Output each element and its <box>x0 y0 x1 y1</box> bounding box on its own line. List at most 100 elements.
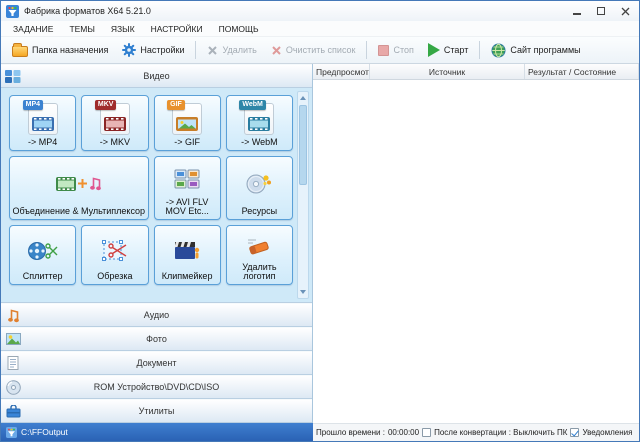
sidebar-section-video[interactable]: Видео <box>1 64 312 88</box>
sidebar: Видео MP4 -> MP4 MKV <box>1 64 313 423</box>
notifications-checkbox[interactable] <box>570 428 579 437</box>
settings-label: Настройки <box>140 45 184 55</box>
destination-folder-button[interactable]: Папка назначения <box>6 40 114 60</box>
photo-icon <box>1 333 25 345</box>
column-source[interactable]: Источник <box>370 64 525 79</box>
button-label: Объединение & Мультиплексор <box>11 207 147 217</box>
notifications-label: Уведомления <box>582 428 632 437</box>
shutdown-after-conversion-label: После конвертации : Выключить ПК <box>434 428 567 437</box>
section-label: Утилиты <box>25 406 288 416</box>
button-label: -> MKV <box>83 138 146 148</box>
toolbar-separator <box>195 41 196 59</box>
clear-x-icon <box>271 45 282 56</box>
plus-icon <box>78 179 87 188</box>
scroll-up-icon[interactable] <box>298 92 308 104</box>
button-label: Ресурсы <box>228 207 291 217</box>
scroll-down-icon[interactable] <box>298 286 308 298</box>
close-icon[interactable] <box>613 1 637 21</box>
status-bar: C:\FFOutput Прошло времени : 00:00:00 По… <box>1 423 639 441</box>
section-label: Видео <box>25 71 288 81</box>
maximize-icon[interactable] <box>589 1 613 21</box>
merge-mux-button[interactable]: Объединение & Мультиплексор <box>9 156 149 220</box>
main-area: Видео MP4 -> MP4 MKV <box>1 64 639 423</box>
remove-logo-button[interactable]: Удалить логотип <box>226 225 293 285</box>
clapperboard-icon <box>174 229 200 272</box>
sidebar-section-document[interactable]: Документ <box>1 351 312 375</box>
grid-scrollbar[interactable] <box>297 91 309 299</box>
window-title: Фабрика форматов X64 5.21.0 <box>24 6 151 16</box>
clear-list-label: Очистить список <box>286 45 356 55</box>
button-label: Обрезка <box>83 272 146 282</box>
convert-to-gif-button[interactable]: GIF -> GIF <box>154 95 221 151</box>
menu-settings[interactable]: НАСТРОЙКИ <box>143 23 211 35</box>
sidebar-section-rom-device[interactable]: ROM Устройство\DVD\CD\ISO <box>1 375 312 399</box>
shutdown-after-conversion-checkbox[interactable] <box>422 428 431 437</box>
stop-icon <box>378 45 389 56</box>
button-label: Клипмейкер <box>156 272 219 282</box>
folder-icon <box>12 46 28 57</box>
settings-button[interactable]: Настройки <box>116 40 190 60</box>
music-note-icon <box>89 176 101 191</box>
output-path: C:\FFOutput <box>21 427 68 437</box>
section-label: Аудио <box>25 310 288 320</box>
clear-list-button[interactable]: Очистить список <box>265 42 362 59</box>
formats-grid-icon <box>174 160 200 198</box>
convert-to-avi-flv-mov-button[interactable]: -> AVI FLV MOV Etc... <box>154 156 221 220</box>
sidebar-section-photo[interactable]: Фото <box>1 327 312 351</box>
toolbar-separator <box>479 41 480 59</box>
delete-x-icon <box>207 45 218 56</box>
titlebar: Фабрика форматов X64 5.21.0 <box>1 1 639 21</box>
sidebar-section-audio[interactable]: Аудио <box>1 303 312 327</box>
column-preview[interactable]: Предпросмотр <box>313 64 370 79</box>
disc-flowers-icon <box>246 160 272 207</box>
start-button[interactable]: Старт <box>422 40 474 60</box>
section-label: Фото <box>25 334 288 344</box>
play-icon <box>428 43 440 57</box>
status-right: Прошло времени : 00:00:00 После конверта… <box>313 423 639 441</box>
convert-to-webm-button[interactable]: WebM -> WebM <box>226 95 293 151</box>
output-folder-status[interactable]: C:\FFOutput <box>1 423 313 441</box>
convert-to-mkv-button[interactable]: MKV -> MKV <box>81 95 148 151</box>
button-label: Удалить логотип <box>228 263 291 282</box>
menu-language[interactable]: ЯЗЫК <box>103 23 143 35</box>
section-label: ROM Устройство\DVD\CD\ISO <box>25 382 288 392</box>
resources-button[interactable]: Ресурсы <box>226 156 293 220</box>
crop-button[interactable]: Обрезка <box>81 225 148 285</box>
destination-folder-label: Папка назначения <box>32 45 108 55</box>
button-label: -> WebM <box>228 138 291 148</box>
menu-task[interactable]: ЗАДАНИЕ <box>5 23 61 35</box>
elapsed-time-value: 00:00:00 <box>388 428 419 437</box>
convert-to-mp4-button[interactable]: MP4 -> MP4 <box>9 95 76 151</box>
sidebar-section-utilities[interactable]: Утилиты <box>1 399 312 423</box>
button-label: -> AVI FLV MOV Etc... <box>156 198 219 217</box>
clipmaker-button[interactable]: Клипмейкер <box>154 225 221 285</box>
video-category-icon <box>1 70 25 83</box>
task-table-body[interactable] <box>313 80 639 423</box>
toolbox-icon <box>1 405 25 418</box>
website-button[interactable]: Сайт программы <box>485 40 586 61</box>
column-result[interactable]: Результат / Состояние <box>525 64 639 79</box>
app-icon <box>6 427 17 438</box>
task-table-header: Предпросмотр Источник Результат / Состоя… <box>313 64 639 80</box>
eraser-icon <box>245 229 273 263</box>
section-label: Документ <box>25 358 288 368</box>
scrollbar-thumb[interactable] <box>299 105 307 185</box>
delete-button[interactable]: Удалить <box>201 42 262 59</box>
menu-help[interactable]: ПОМОЩЬ <box>211 23 267 35</box>
webm-file-icon: WebM <box>244 103 274 135</box>
stop-button[interactable]: Стоп <box>372 42 419 59</box>
mp4-file-icon: MP4 <box>28 103 58 135</box>
splitter-button[interactable]: Сплиттер <box>9 225 76 285</box>
task-list-panel: Предпросмотр Источник Результат / Состоя… <box>313 64 639 423</box>
menu-themes[interactable]: ТЕМЫ <box>61 23 102 35</box>
document-icon <box>1 356 25 370</box>
start-label: Старт <box>444 45 468 55</box>
gear-icon <box>122 43 136 57</box>
stop-label: Стоп <box>393 45 413 55</box>
video-converters-grid: MP4 -> MP4 MKV -> MKV <box>1 88 312 303</box>
toolbar-separator <box>366 41 367 59</box>
minimize-icon[interactable] <box>565 1 589 21</box>
music-note-icon <box>1 308 25 323</box>
merge-mux-icon <box>56 160 101 207</box>
app-window: Фабрика форматов X64 5.21.0 ЗАДАНИЕ ТЕМЫ… <box>0 0 640 442</box>
